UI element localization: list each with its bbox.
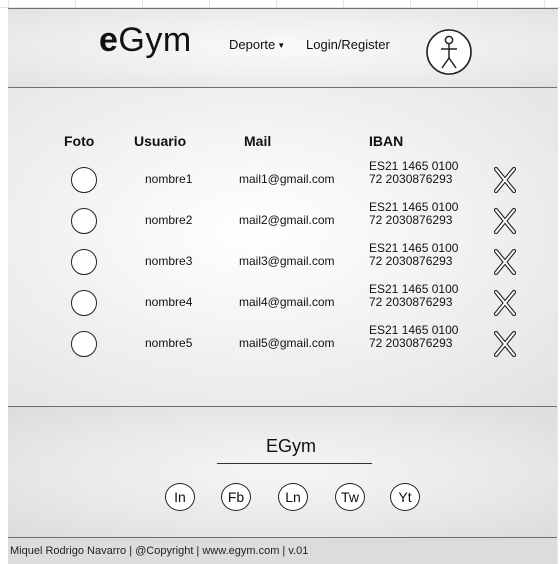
mail-cell: mail5@gmail.com [239, 336, 335, 350]
table-row: nombre4 mail4@gmail.com ES21 1465 0100 72… [0, 280, 560, 322]
footer-divider [217, 463, 372, 464]
logo-text: Gym [118, 21, 192, 59]
column-header-mail: Mail [244, 133, 272, 149]
x-delete-icon[interactable] [494, 331, 516, 357]
usuario-cell: nombre4 [145, 295, 193, 309]
user-photo-avatar [71, 167, 97, 193]
iban-cell: ES21 1465 0100 72 2030876293 [369, 324, 458, 350]
iban-line-2: 72 2030876293 [369, 172, 453, 186]
table-row: nombre1 mail1@gmail.com ES21 1465 0100 72… [0, 157, 560, 199]
dropdown-arrow-icon: ▼ [277, 41, 286, 50]
x-delete-icon[interactable] [494, 290, 516, 316]
table-row: nombre3 mail3@gmail.com ES21 1465 0100 72… [0, 239, 560, 281]
usuario-cell: nombre2 [145, 213, 193, 227]
x-delete-icon[interactable] [494, 208, 516, 234]
iban-cell: ES21 1465 0100 72 2030876293 [369, 160, 458, 186]
mail-cell: mail4@gmail.com [239, 295, 335, 309]
table-row: nombre2 mail2@gmail.com ES21 1465 0100 72… [0, 198, 560, 240]
user-photo-avatar [71, 249, 97, 275]
column-header-foto: Foto [64, 133, 95, 149]
nav-login-register[interactable]: Login/Register [306, 37, 390, 52]
mail-cell: mail1@gmail.com [239, 172, 335, 186]
user-accessibility-icon[interactable] [425, 28, 473, 76]
social-twitter-button[interactable]: Tw [335, 483, 365, 511]
social-youtube-button[interactable]: Yt [390, 483, 420, 511]
iban-line-2: 72 2030876293 [369, 254, 453, 268]
column-header-iban: IBAN [369, 133, 404, 149]
x-delete-icon[interactable] [494, 167, 516, 193]
logo-bold-letter: e [99, 21, 119, 59]
logo[interactable]: eGym [99, 21, 192, 60]
iban-line-2: 72 2030876293 [369, 213, 453, 227]
nav-deporte-dropdown[interactable]: Deporte ▼ [229, 37, 285, 52]
iban-cell: ES21 1465 0100 72 2030876293 [369, 283, 458, 309]
user-photo-avatar [71, 331, 97, 357]
iban-line-2: 72 2030876293 [369, 336, 453, 350]
mail-cell: mail3@gmail.com [239, 254, 335, 268]
nav-deporte-label: Deporte [229, 37, 276, 52]
iban-cell: ES21 1465 0100 72 2030876293 [369, 242, 458, 268]
top-grid-strip [0, 0, 560, 8]
usuario-cell: nombre3 [145, 254, 193, 268]
social-linkedin-in-button[interactable]: In [165, 483, 195, 511]
social-ln-button[interactable]: Ln [278, 483, 308, 511]
table-row: nombre5 mail5@gmail.com ES21 1465 0100 72… [0, 321, 560, 363]
usuario-cell: nombre5 [145, 336, 193, 350]
user-photo-avatar [71, 208, 97, 234]
copyright-text: Miquel Rodrigo Navarro | @Copyright | ww… [10, 545, 309, 557]
iban-line-2: 72 2030876293 [369, 295, 453, 309]
user-photo-avatar [71, 290, 97, 316]
column-header-usuario: Usuario [134, 133, 187, 149]
mail-cell: mail2@gmail.com [239, 213, 335, 227]
social-facebook-button[interactable]: Fb [221, 483, 251, 511]
iban-cell: ES21 1465 0100 72 2030876293 [369, 201, 458, 227]
footer-title: EGym [266, 436, 317, 456]
footer [8, 407, 557, 537]
usuario-cell: nombre1 [145, 172, 193, 186]
x-delete-icon[interactable] [494, 249, 516, 275]
